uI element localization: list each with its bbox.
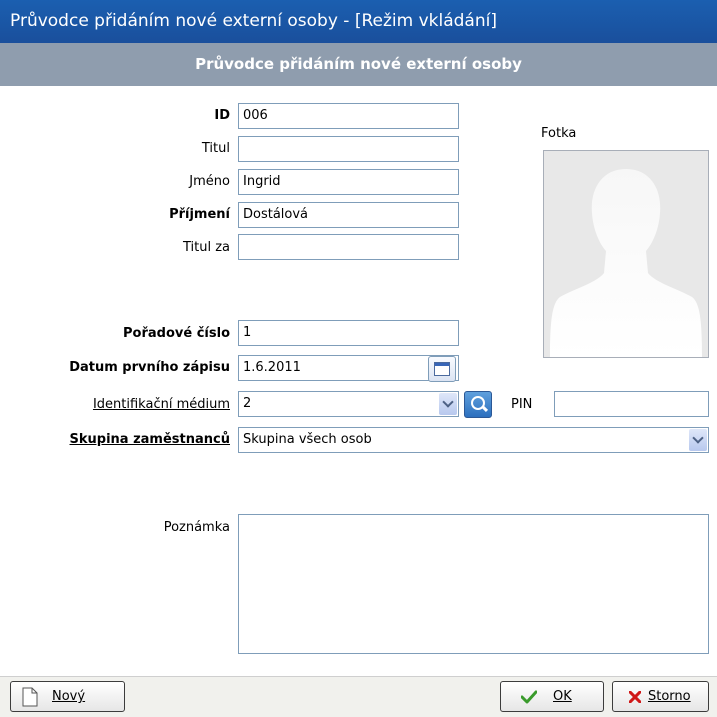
wizard-header: Průvodce přidáním nové externí osoby [0, 43, 717, 86]
new-document-icon [22, 687, 38, 706]
medium-search-button[interactable] [464, 391, 492, 418]
prijmeni-label: Příjmení [169, 207, 230, 222]
titul-za-label: Titul za [182, 240, 230, 255]
checkmark-icon [521, 690, 537, 703]
new-button[interactable]: Nový [10, 681, 125, 712]
medium-dropdown-chevron-icon[interactable] [439, 393, 457, 415]
medium-value: 2 [243, 396, 252, 411]
ok-button[interactable]: OK [500, 681, 604, 712]
poznamka-label: Poznámka [163, 520, 230, 535]
poznamka-textarea[interactable] [238, 514, 709, 654]
medium-combo[interactable]: 2 [238, 391, 459, 417]
jmeno-field[interactable]: Ingrid [238, 169, 459, 195]
id-field[interactable]: 006 [238, 103, 459, 129]
pin-label: PIN [511, 397, 533, 412]
calendar-button[interactable] [428, 356, 456, 382]
datum-field[interactable]: 1.6.2011 [238, 355, 459, 381]
poradove-cislo-label: Pořadové číslo [123, 326, 230, 341]
window-title: Průvodce přidáním nové externí osoby - [… [0, 0, 717, 43]
photo-label: Fotka [541, 126, 577, 141]
titul-label: Titul [201, 141, 230, 156]
skupina-dropdown-chevron-icon[interactable] [689, 429, 707, 451]
datum-label: Datum prvního zápisu [69, 360, 230, 375]
jmeno-label: Jméno [189, 174, 230, 189]
cancel-button[interactable]: Storno [612, 681, 709, 712]
skupina-combo[interactable]: Skupina všech osob [238, 427, 709, 453]
prijmeni-field[interactable]: Dostálová [238, 202, 459, 228]
datum-value: 1.6.2011 [243, 360, 301, 375]
ok-button-label: OK [553, 689, 572, 704]
close-icon [629, 690, 641, 703]
medium-label[interactable]: Identifikační médium [93, 397, 230, 412]
new-button-label: Nový [52, 689, 86, 704]
id-label: ID [214, 108, 230, 123]
person-silhouette-icon [544, 151, 708, 357]
poradove-cislo-field[interactable]: 1 [238, 320, 459, 346]
calendar-icon [434, 362, 450, 376]
cancel-button-label: Storno [648, 689, 691, 704]
pin-field[interactable] [554, 391, 709, 417]
titul-za-field[interactable] [238, 234, 459, 260]
titul-field[interactable] [238, 136, 459, 162]
skupina-label[interactable]: Skupina zaměstnanců [70, 432, 230, 447]
photo-frame[interactable] [543, 150, 709, 358]
skupina-value: Skupina všech osob [243, 432, 372, 447]
